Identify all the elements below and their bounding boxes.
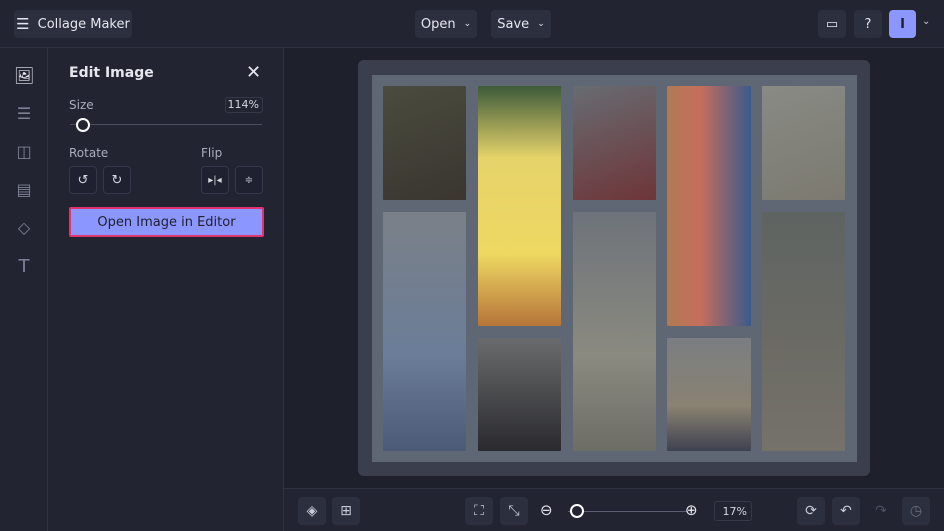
zoom-value[interactable]: 17%	[714, 501, 752, 521]
photo-tile[interactable]	[667, 86, 751, 326]
open-button[interactable]: Open ⌄	[415, 10, 477, 38]
rotate-right-icon[interactable]: ↻	[103, 166, 131, 194]
shrink-icon[interactable]: ⤡	[500, 497, 528, 525]
text-icon[interactable]: T	[14, 256, 34, 277]
zoom-in-icon[interactable]: ⊕	[685, 501, 698, 519]
zoom-out-icon[interactable]: ⊖	[540, 501, 553, 519]
tool-rail: 🖼︎ ☰ ◫ ▤ ◇ T	[0, 48, 48, 531]
background-icon[interactable]: ▤	[14, 180, 34, 200]
undo-icon[interactable]: ↶	[832, 497, 860, 525]
top-bar: ☰ Collage Maker Open ⌄ Save ⌄ ▭ ? I ⌄	[0, 0, 944, 48]
save-button[interactable]: Save ⌄	[491, 10, 551, 38]
rotate-left-icon[interactable]: ↺	[69, 166, 97, 194]
flip-vertical-icon[interactable]: ≑	[235, 166, 263, 194]
photo-tile[interactable]	[667, 338, 751, 451]
bottom-toolbar: ◈ ⊞ ⛶ ⤡ ⊖ ⊕ 17% ⟳ ↶ ↷ ◷	[284, 488, 944, 531]
chevron-down-icon: ⌄	[537, 19, 545, 29]
close-icon[interactable]: ✕	[246, 62, 261, 83]
size-slider[interactable]	[70, 124, 262, 125]
photo-tile[interactable]	[762, 86, 845, 200]
chevron-down-icon[interactable]: ⌄	[922, 16, 930, 27]
panel-title: Edit Image	[69, 65, 154, 81]
save-label: Save	[497, 16, 530, 32]
redo-icon[interactable]: ↷	[867, 497, 895, 525]
photo-tile[interactable]	[573, 86, 656, 200]
adjust-icon[interactable]: ☰	[14, 104, 34, 124]
layers-icon[interactable]: ◈	[298, 497, 326, 525]
image-icon[interactable]: 🖼︎	[14, 66, 34, 86]
canvas-area	[284, 48, 944, 488]
flip-horizontal-icon[interactable]: ▸|◂	[201, 166, 229, 194]
size-label: Size	[69, 98, 94, 112]
photo-tile[interactable]	[762, 212, 845, 451]
photo-tile[interactable]	[383, 86, 466, 200]
chevron-down-icon: ⌄	[463, 19, 472, 29]
photo-tile[interactable]	[478, 338, 561, 451]
comment-icon[interactable]: ▭	[818, 10, 846, 38]
zoom-slider-handle[interactable]	[570, 504, 584, 518]
menu-button[interactable]: ☰ Collage Maker	[14, 10, 132, 38]
collage	[372, 75, 857, 462]
swap-icon[interactable]: ⟳	[797, 497, 825, 525]
layout-icon[interactable]: ◫	[14, 142, 34, 162]
history-icon[interactable]: ◷	[902, 497, 930, 525]
app-title: Collage Maker	[37, 16, 130, 32]
rotate-label: Rotate	[69, 146, 109, 160]
open-image-in-editor-button[interactable]: Open Image in Editor	[69, 207, 264, 237]
avatar-initial: I	[900, 16, 905, 32]
size-value[interactable]: 114%	[225, 97, 263, 113]
edit-image-panel: Edit Image ✕ Size 114% Rotate Flip ↺ ↻ ▸…	[48, 48, 284, 531]
photo-tile[interactable]	[573, 212, 656, 451]
hamburger-icon: ☰	[16, 15, 30, 33]
help-icon[interactable]: ?	[854, 10, 882, 38]
fit-screen-icon[interactable]: ⛶	[465, 497, 493, 525]
graphics-icon[interactable]: ◇	[14, 218, 34, 238]
photo-tile-selected[interactable]	[478, 86, 561, 326]
size-slider-handle[interactable]	[76, 118, 90, 132]
grid-icon[interactable]: ⊞	[332, 497, 360, 525]
flip-label: Flip	[201, 146, 223, 160]
zoom-slider[interactable]	[568, 511, 688, 512]
photo-tile[interactable]	[383, 212, 466, 451]
open-label: Open	[420, 16, 456, 32]
avatar[interactable]: I	[889, 10, 916, 38]
